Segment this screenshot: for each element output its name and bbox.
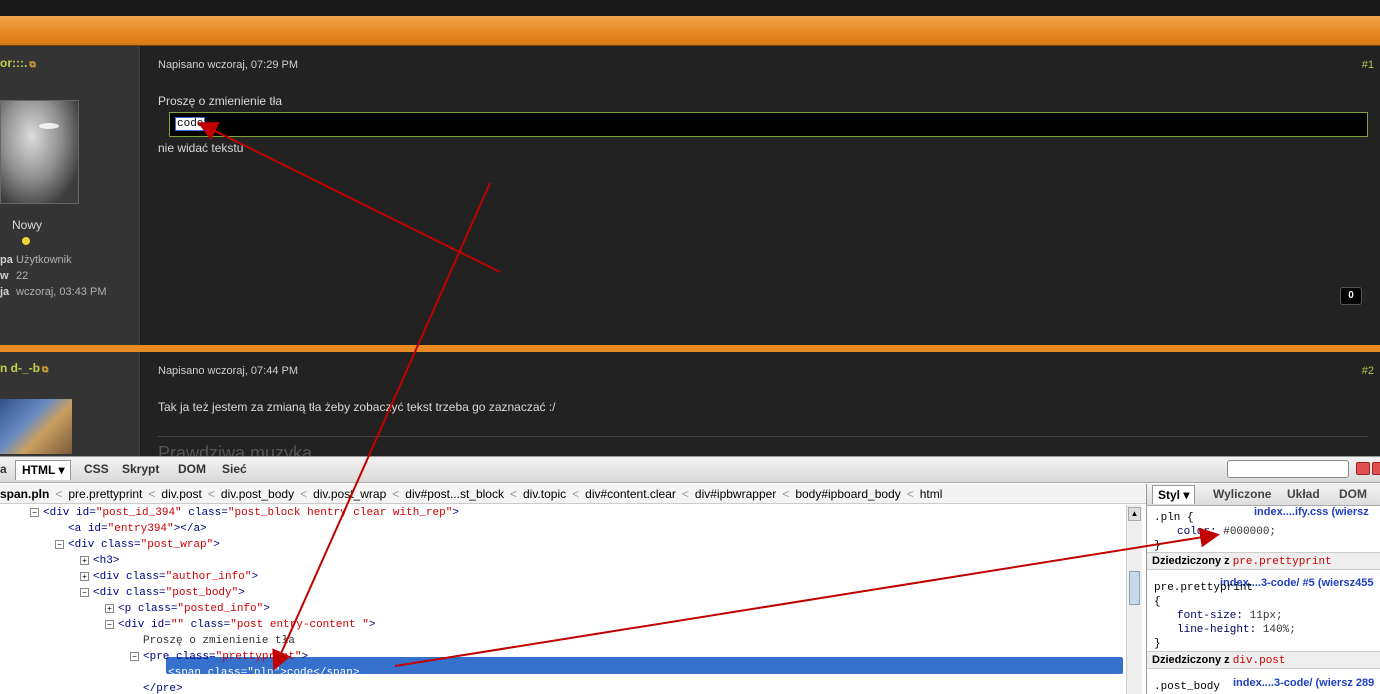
expand-toggle-icon[interactable]: −	[130, 652, 139, 661]
external-link-icon[interactable]: ⧉	[42, 364, 48, 374]
rank-pip-icon	[22, 237, 30, 245]
close-icon[interactable]	[1372, 462, 1380, 475]
css-value[interactable]: 11px;	[1250, 610, 1283, 622]
css-brace: {	[1154, 596, 1161, 608]
tab-side-dom[interactable]: DOM	[1339, 487, 1367, 501]
css-selector: .pln {	[1154, 512, 1194, 524]
css-source-link[interactable]: index....3-code/ (wiersz 289	[1233, 677, 1374, 689]
breadcrumb-item[interactable]: html	[920, 484, 943, 503]
post-number-link[interactable]: #2	[1362, 365, 1374, 377]
post-separator	[0, 345, 1380, 352]
header-background	[0, 0, 1380, 16]
html-tree: − <div id="post_id_394" class="post_block…	[0, 505, 1126, 694]
inherited-header: Dziedziczony z pre.prettyprint	[1147, 552, 1380, 570]
tab-layout[interactable]: Układ	[1287, 487, 1320, 501]
search-input[interactable]	[1227, 460, 1349, 478]
expand-toggle-icon[interactable]: −	[105, 620, 114, 629]
style-side-panel: Styl ▾ Wyliczone Układ DOM .pln { index.…	[1146, 484, 1380, 694]
tab-net[interactable]: Sieć	[222, 462, 247, 476]
breadcrumb-item[interactable]: pre.prettyprint	[68, 484, 142, 503]
breadcrumb-item[interactable]: div.post_body	[221, 484, 294, 503]
expand-toggle-icon[interactable]: +	[105, 604, 114, 613]
tab-script[interactable]: Skrypt	[122, 462, 159, 476]
member-rank: Nowy	[12, 218, 43, 232]
author-name-2[interactable]: n d-_-b ⧉	[0, 361, 48, 375]
side-tabs: Styl ▾ Wyliczone Układ DOM	[1147, 484, 1380, 506]
tab-style[interactable]: Styl ▾	[1152, 485, 1196, 504]
breadcrumb: span.pln < pre.prettyprint < div.post < div.po…	[0, 484, 1146, 504]
expand-toggle-icon[interactable]: −	[55, 540, 64, 549]
breadcrumb-item[interactable]: div#post...st_block	[405, 484, 504, 503]
post-body-2: Napisano wczoraj, 07:44 PM #2 Tak ja też…	[141, 352, 1380, 456]
tab-html[interactable]: HTML ▾	[15, 460, 72, 480]
minimize-icon[interactable]	[1356, 462, 1370, 475]
css-brace: }	[1154, 638, 1161, 650]
breadcrumb-item[interactable]: div#ipbwrapper	[695, 484, 776, 503]
orange-header-bar	[0, 16, 1380, 46]
expand-toggle-icon[interactable]: +	[80, 572, 89, 581]
author-panel-2: n d-_-b ⧉	[0, 352, 140, 456]
inherited-header: Dziedziczony z div.post	[1147, 651, 1380, 669]
reputation-badge[interactable]: 0	[1340, 287, 1362, 305]
posted-info: Napisano wczoraj, 07:44 PM	[158, 365, 299, 377]
code-block: code	[169, 112, 1368, 137]
posted-info: Napisano wczoraj, 07:29 PM	[158, 59, 299, 71]
post-number-link[interactable]: #1	[1362, 59, 1374, 71]
scrollbar[interactable]: ▲	[1126, 505, 1142, 694]
tab-computed[interactable]: Wyliczone	[1213, 487, 1271, 501]
css-selector: pre.prettyprint	[1154, 582, 1254, 594]
signature: Prawdziwa muzyka	[158, 436, 1368, 456]
post-body-1: Napisano wczoraj, 07:29 PM #1 Proszę o z…	[141, 46, 1380, 345]
post-text: Tak ja też jestem za zmianą tła żeby zob…	[158, 400, 556, 414]
scroll-up-icon[interactable]: ▲	[1128, 507, 1141, 521]
avatar	[0, 399, 72, 454]
avatar	[0, 100, 79, 204]
breadcrumb-item[interactable]: span.pln	[0, 484, 49, 503]
css-source-link[interactable]: index....ify.css (wiersz	[1254, 506, 1369, 518]
post-text: Proszę o zmienienie tła	[158, 94, 283, 108]
css-value[interactable]: 140%;	[1263, 624, 1296, 636]
css-property[interactable]: font-size:	[1177, 610, 1243, 622]
code-text[interactable]: code	[174, 117, 206, 131]
tab-css[interactable]: CSS	[84, 462, 109, 476]
tab-console[interactable]: a	[0, 462, 7, 476]
expand-toggle-icon[interactable]: −	[80, 588, 89, 597]
breadcrumb-item[interactable]: div.post	[161, 484, 201, 503]
tab-dom[interactable]: DOM	[178, 462, 206, 476]
author-panel-1: or:::. ⧉ Nowy pa Użytkownik w 22 ja wczoraj,…	[0, 46, 140, 345]
css-property[interactable]: line-height:	[1177, 624, 1256, 636]
firebug-panel: a HTML ▾ CSS Skrypt DOM Sieć span.pln < pr…	[0, 456, 1380, 694]
css-selector: .post_body	[1154, 681, 1221, 693]
scroll-thumb[interactable]	[1129, 571, 1140, 605]
breadcrumb-item[interactable]: body#ipboard_body	[795, 484, 900, 503]
breadcrumb-item[interactable]: div.topic	[523, 484, 566, 503]
author-name-1[interactable]: or:::. ⧉	[0, 56, 36, 70]
css-value[interactable]: #000000;	[1223, 526, 1276, 538]
css-property[interactable]: color:	[1177, 526, 1217, 538]
breadcrumb-item[interactable]: div#content.clear	[585, 484, 676, 503]
css-brace: }	[1154, 540, 1161, 552]
firebug-toolbar: a HTML ▾ CSS Skrypt DOM Sieć	[0, 457, 1380, 483]
expand-toggle-icon[interactable]: +	[80, 556, 89, 565]
external-link-icon[interactable]: ⧉	[29, 59, 35, 69]
expand-toggle-icon[interactable]: −	[30, 508, 39, 517]
post-text-after: nie widać tekstu	[158, 141, 244, 155]
breadcrumb-item[interactable]: div.post_wrap	[313, 484, 386, 503]
